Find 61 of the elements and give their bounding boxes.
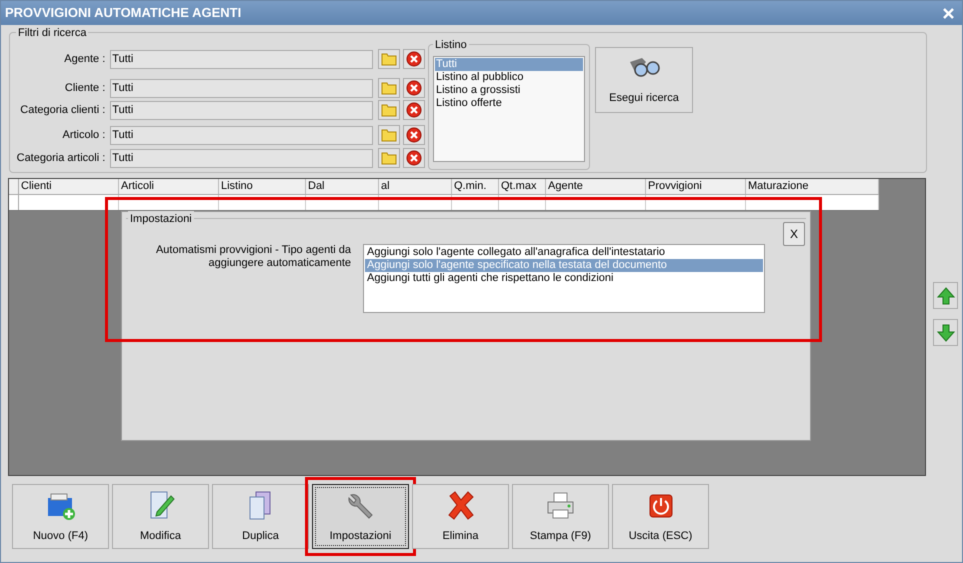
arrow-up-icon [936,286,954,304]
toolbar-button[interactable]: Modifica [112,484,209,549]
list-item[interactable]: Listino offerte [435,97,583,110]
toolbar-button[interactable]: Impostazioni [312,484,409,549]
toolbar-button[interactable]: Elimina [412,484,509,549]
setting-label: Automatismi provvigioni - Tipo agenti da aggiungere automaticamente [154,244,352,271]
toolbar-button[interactable]: Stampa (F9) [512,484,609,549]
filter-field[interactable]: Tutti [110,50,374,68]
clear-button[interactable] [403,125,425,145]
field-label: Articolo : [61,128,106,143]
close-icon[interactable] [943,8,954,18]
list-item[interactable]: Aggiungi tutti gli agenti che rispettano le condizioni [365,272,763,285]
field-label: Categoria clienti : [19,102,106,118]
field-label: Agente : [63,52,106,67]
column-header[interactable]: Provvigioni [646,179,746,194]
clear-icon [406,127,422,143]
filter-field[interactable]: Tutti [110,148,374,168]
arrow-down-icon [936,324,954,342]
clear-button[interactable] [403,148,425,168]
toolbar-button[interactable]: Nuovo (F4) [12,484,109,549]
column-header[interactable]: Q.min. [452,179,499,194]
close-panel-button[interactable]: X [783,222,805,246]
column-header[interactable]: Qt.max [499,179,546,194]
field-label: Categoria articoli : [16,150,106,166]
folder-icon [381,103,398,117]
folder-icon [381,151,398,165]
clear-icon [406,80,422,96]
clear-icon [406,51,422,67]
column-header[interactable]: Dal [306,179,379,194]
folder-icon [381,81,398,95]
move-up-button[interactable] [933,282,958,309]
clear-icon [406,150,422,166]
clear-button[interactable] [403,78,425,98]
binoculars-icon [628,56,660,78]
field-label: Cliente : [64,80,106,96]
column-header[interactable]: Maturazione [746,179,879,194]
list-item[interactable]: Listino a grossisti [435,84,583,97]
folder-icon [381,52,398,66]
window-title: PROVVIGIONI AUTOMATICHE AGENTI [5,4,242,22]
column-header[interactable]: al [379,179,452,194]
filter-field[interactable]: Tutti [110,126,374,144]
search-button[interactable]: Esegui ricerca [595,47,693,113]
printer-icon [544,490,576,522]
toolbar-button[interactable]: Duplica [212,484,309,549]
move-down-button[interactable] [933,319,958,346]
clear-button[interactable] [403,100,425,120]
agent-type-list[interactable]: Aggiungi solo l'agente collegato all'anagrafica dell'intestatario Aggiungi solo l'agente specificato nella testata del documento Aggiungi tutti gli agenti che rispettano le condizioni [363,244,765,313]
column-header[interactable]: Articoli [119,179,219,194]
filter-field[interactable]: Tutti [110,78,374,98]
filter-field[interactable]: Tutti [110,100,374,120]
folder-icon [381,128,398,142]
clear-button[interactable] [403,49,425,69]
clear-icon [406,102,422,118]
list-item[interactable]: Aggiungi solo l'agente collegato all'anagrafica dell'intestatario [365,246,763,259]
list-item[interactable]: Listino al pubblico [435,71,583,84]
group-title: Impostazioni [128,211,194,228]
column-header[interactable]: Clienti [19,179,119,194]
toolbar-button[interactable]: Uscita (ESC) [612,484,709,549]
column-header[interactable]: Agente [546,179,646,194]
column-header[interactable]: Listino [219,179,306,194]
price-list-box[interactable]: Tutti Listino al pubblico Listino a grossisti Listino offerte [433,56,585,162]
